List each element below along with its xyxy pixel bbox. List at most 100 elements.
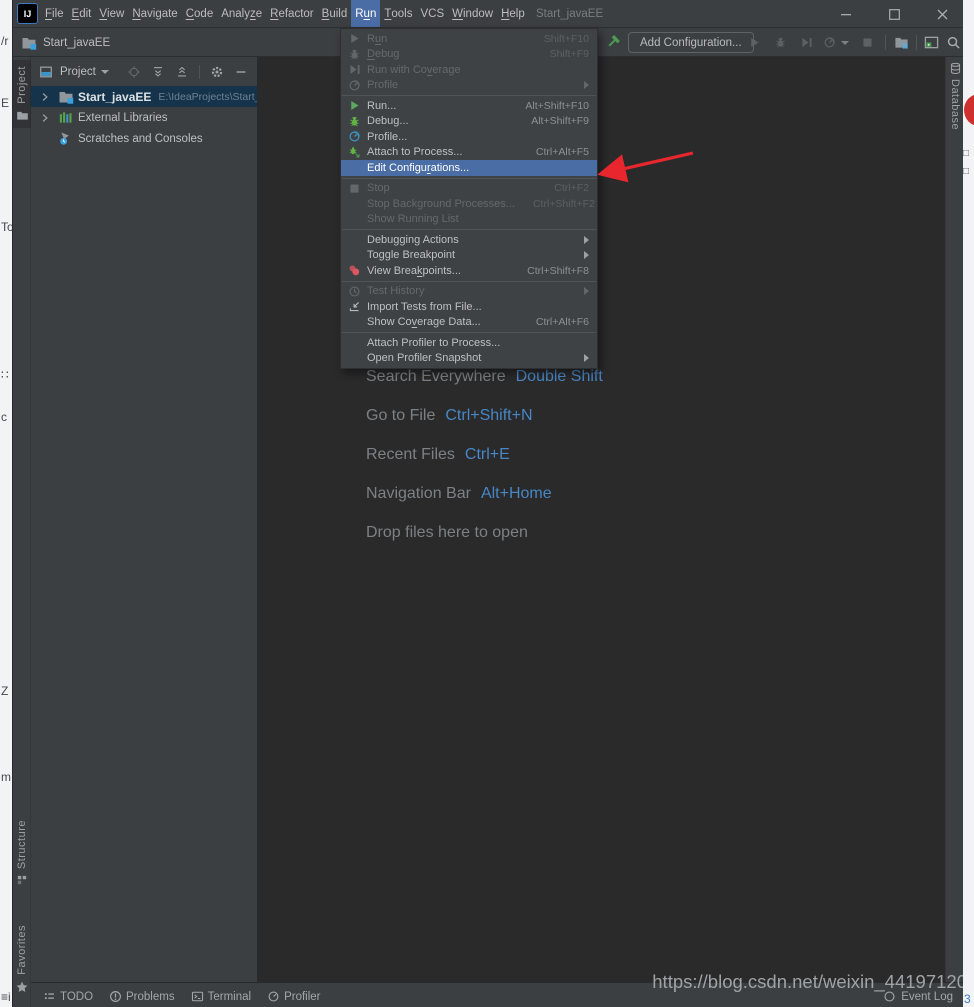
panel-title-caret-icon[interactable]: [101, 70, 109, 74]
expand-all-icon[interactable]: [151, 65, 165, 79]
todo-icon: [43, 990, 56, 1003]
menubar-item-vcs[interactable]: VCS: [416, 0, 448, 27]
tree-item-label: Start_javaEE: [78, 90, 151, 104]
editor-hint-label: Search Everywhere: [366, 368, 506, 385]
menu-item-icon-placeholder: [347, 248, 362, 263]
menu-item-icon-placeholder: [347, 351, 362, 366]
tree-row-external-libraries[interactable]: External Libraries: [31, 107, 257, 128]
menu-item-icon-placeholder: [347, 232, 362, 247]
settings-gear-icon[interactable]: [210, 65, 224, 79]
menu-item-attach-profiler[interactable]: Attach Profiler to Process...: [341, 335, 597, 351]
search-everywhere-icon[interactable]: [945, 34, 962, 51]
menu-item-debugging-actions[interactable]: Debugging Actions: [341, 232, 597, 248]
menu-item-run: RunShift+F10: [341, 31, 597, 47]
breadcrumb[interactable]: Start_javaEE: [21, 28, 110, 57]
menu-item-edit-configurations[interactable]: Edit Configurations...: [341, 160, 597, 176]
run-icon: [347, 98, 362, 113]
menubar-item-help[interactable]: Help: [497, 0, 529, 27]
statusbar-problems-button[interactable]: Problems: [109, 990, 175, 1003]
statusbar-todo-button[interactable]: TODO: [43, 990, 93, 1003]
add-configuration-button[interactable]: Add Configuration...: [628, 32, 754, 53]
menu-item-label: Debug: [367, 48, 532, 60]
panel-title[interactable]: Project: [60, 66, 96, 78]
editor-hint-shortcut: Double Shift: [516, 368, 603, 385]
menu-item-view-breakpoints[interactable]: View Breakpoints...Ctrl+Shift+F8: [341, 263, 597, 279]
menu-separator: [342, 178, 596, 179]
editor-hint-line: Go to File Ctrl+Shift+N: [366, 407, 533, 425]
menu-item-icon-placeholder: [347, 196, 362, 211]
background-text-fragment: ∷: [1, 368, 9, 382]
statusbar-label: Terminal: [208, 991, 251, 1003]
menubar-item-analyze[interactable]: Analyze: [217, 0, 266, 27]
select-in-project-icon[interactable]: [893, 34, 910, 51]
menu-item-run-dialog[interactable]: Run...Alt+Shift+F10: [341, 98, 597, 114]
menubar-item-code[interactable]: Code: [182, 0, 218, 27]
statusbar-profiler-button[interactable]: Profiler: [267, 990, 320, 1003]
menu-separator: [342, 281, 596, 282]
title-bar: IJ FileEditViewNavigateCodeAnalyzeRefact…: [13, 0, 963, 28]
right-tool-stripe: Database: [945, 57, 963, 982]
menubar-item-navigate[interactable]: Navigate: [128, 0, 181, 27]
menu-item-label: Run with Coverage: [367, 64, 589, 76]
menu-item-toggle-breakpoint[interactable]: Toggle Breakpoint: [341, 248, 597, 264]
menu-item-import-tests[interactable]: Import Tests from File...: [341, 299, 597, 315]
tool-tab-structure[interactable]: Structure: [13, 820, 31, 886]
run-menu-dropdown: RunShift+F10DebugShift+F9Run with Covera…: [340, 28, 598, 369]
menubar-item-view[interactable]: View: [95, 0, 128, 27]
editor-hint-shortcut: Ctrl+Shift+N: [445, 407, 532, 424]
editor-hint-line: Search Everywhere Double Shift: [366, 368, 603, 386]
run-icon: [347, 31, 362, 46]
menu-item-show-coverage-data[interactable]: Show Coverage Data...Ctrl+Alt+F6: [341, 315, 597, 331]
chevron-right-icon[interactable]: [39, 90, 53, 104]
coverage-icon: [798, 34, 815, 51]
tree-row-project-root[interactable]: Start_javaEE E:\IdeaProjects\Start_javaE…: [31, 86, 257, 107]
csdn-watermark: https://blog.csdn.net/weixin_44197120: [652, 971, 963, 993]
menu-item-icon-placeholder: [347, 212, 362, 227]
minimize-button[interactable]: [831, 0, 861, 28]
menubar-item-edit[interactable]: Edit: [68, 0, 96, 27]
editor-hint-label: Go to File: [366, 407, 435, 424]
tree-row-scratches[interactable]: Scratches and Consoles: [31, 128, 257, 149]
tool-tab-favorites[interactable]: Favorites: [13, 925, 31, 994]
annotation-arrow: [583, 140, 708, 190]
background-text-fragment: □: [963, 166, 969, 177]
menubar-item-window[interactable]: Window: [448, 0, 497, 27]
menu-item-label: Toggle Breakpoint: [367, 249, 577, 261]
menubar-item-refactor[interactable]: Refactor: [266, 0, 317, 27]
bug-icon: [347, 47, 362, 62]
menu-item-label: Stop: [367, 182, 536, 194]
hide-panel-icon[interactable]: [234, 65, 248, 79]
submenu-arrow-icon: [584, 81, 589, 89]
collapse-all-icon[interactable]: [175, 65, 189, 79]
maximize-button[interactable]: [879, 0, 909, 28]
menu-item-open-profiler-snapshot[interactable]: Open Profiler Snapshot: [341, 351, 597, 367]
editor-hint-shortcut: Alt+Home: [481, 485, 552, 502]
menu-item-debug-dialog[interactable]: Debug...Alt+Shift+F9: [341, 114, 597, 130]
terminal-icon: [191, 990, 204, 1003]
submenu-arrow-icon: [584, 287, 589, 295]
menu-separator: [342, 332, 596, 333]
close-button[interactable]: [927, 0, 957, 28]
debug-icon: [772, 34, 789, 51]
menu-item-run-with-coverage: Run with Coverage: [341, 62, 597, 78]
chevron-right-icon[interactable]: [39, 111, 53, 125]
build-hammer-icon[interactable]: [604, 34, 621, 51]
background-red-badge: [964, 94, 974, 126]
menubar-item-run[interactable]: Run: [351, 0, 380, 27]
statusbar-terminal-button[interactable]: Terminal: [191, 990, 251, 1003]
editor-hint-line: Drop files here to open: [366, 524, 528, 542]
run-anything-icon[interactable]: [923, 34, 940, 51]
import-icon: [347, 299, 362, 314]
menu-item-label: Run...: [367, 100, 507, 112]
menu-item-profile-dialog[interactable]: Profile...: [341, 129, 597, 145]
tool-tab-database[interactable]: Database: [946, 62, 963, 130]
menubar-item-tools[interactable]: Tools: [380, 0, 416, 27]
tool-tab-project[interactable]: Project: [13, 60, 31, 128]
menu-separator: [342, 95, 596, 96]
menu-item-label: Debug...: [367, 115, 513, 127]
menu-item-attach-to-process[interactable]: Attach to Process...Ctrl+Alt+F5: [341, 145, 597, 161]
menubar-item-build[interactable]: Build: [318, 0, 352, 27]
submenu-arrow-icon: [584, 236, 589, 244]
menubar-item-file[interactable]: File: [41, 0, 68, 27]
statusbar-label: Profiler: [284, 991, 320, 1003]
